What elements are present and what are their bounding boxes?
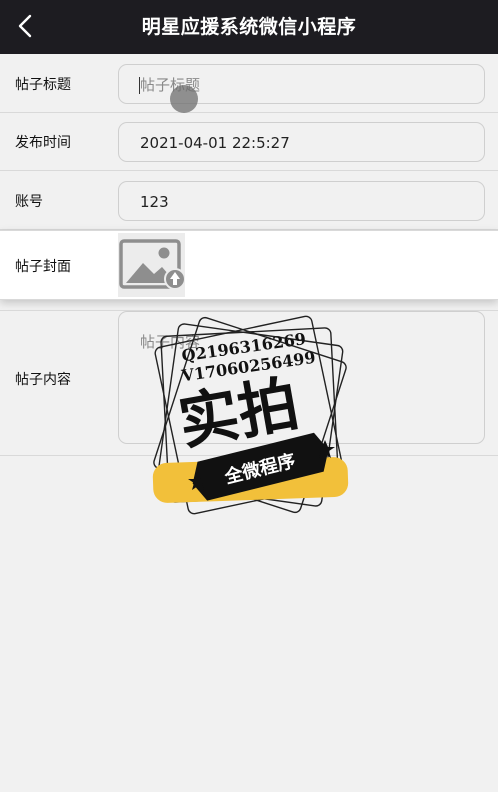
text-cursor (139, 77, 140, 94)
row-content: 帖子内容 帖子内容 (0, 310, 498, 456)
cover-label: 帖子封面 (15, 259, 71, 275)
row-cover: 帖子封面 (0, 230, 498, 300)
cover-upload[interactable] (118, 233, 186, 297)
publish-time-label: 发布时间 (15, 135, 71, 151)
touch-indicator (170, 85, 198, 113)
account-field[interactable]: 123 (118, 181, 485, 221)
row-post-title: 帖子标题 帖子标题 (0, 54, 498, 113)
post-form: 帖子标题 帖子标题 发布时间 2021-04-01 22:5:27 账号 123… (0, 54, 498, 456)
account-label: 账号 (15, 194, 43, 210)
page-title: 明星应援系统微信小程序 (141, 16, 357, 38)
content-label: 帖子内容 (15, 372, 71, 388)
post-title-label: 帖子标题 (15, 77, 71, 93)
row-account: 账号 123 (0, 171, 498, 230)
row-publish-time: 发布时间 2021-04-01 22:5:27 (0, 113, 498, 171)
content-textarea[interactable]: 帖子内容 (118, 311, 485, 444)
nav-bar: 明星应援系统微信小程序 (0, 0, 498, 54)
publish-time-field[interactable]: 2021-04-01 22:5:27 (118, 122, 485, 162)
image-upload-icon (119, 239, 186, 290)
